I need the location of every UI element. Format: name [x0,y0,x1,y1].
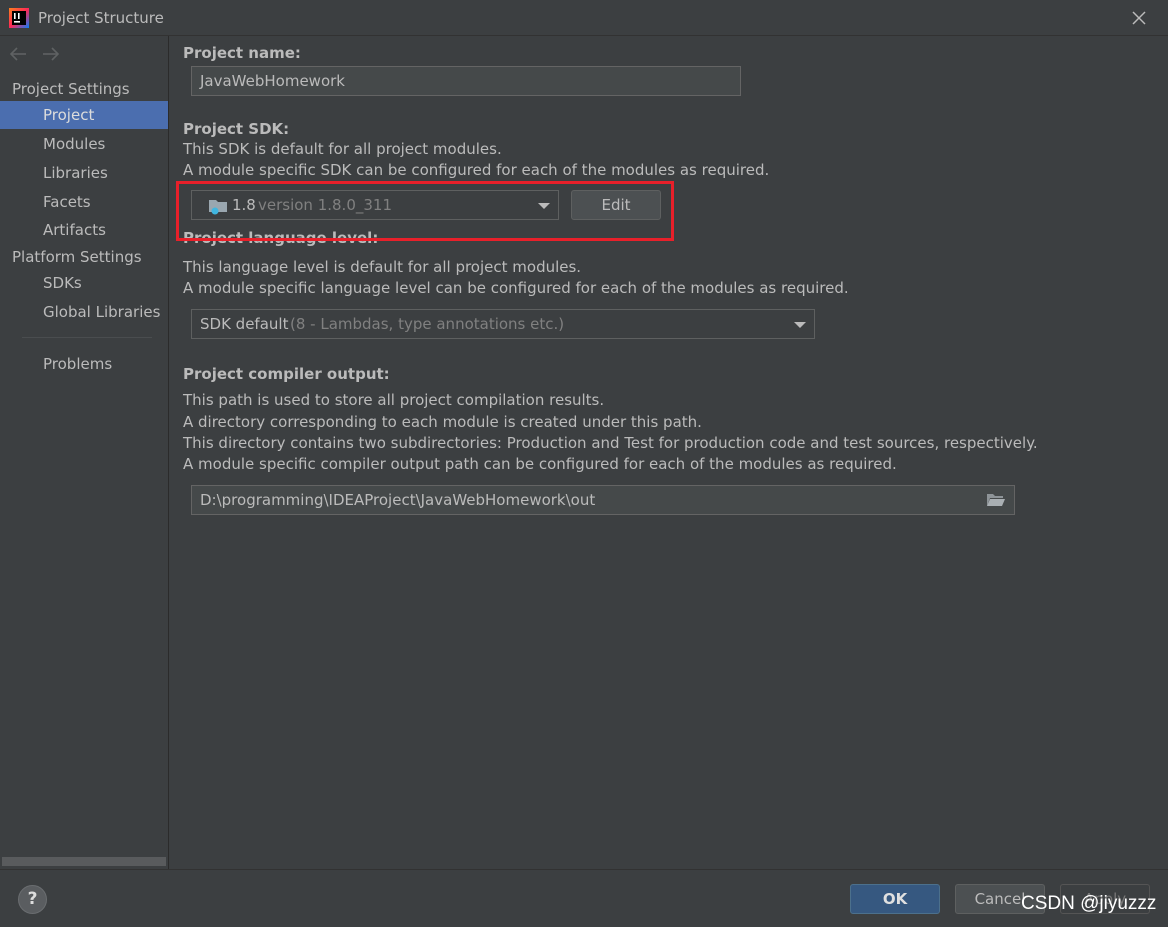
compiler-output-description-4: A module specific compiler output path c… [183,455,897,473]
project-name-input[interactable]: JavaWebHomework [191,66,741,96]
sdk-highlight-annotation [176,181,674,241]
forward-arrow-icon[interactable] [40,44,62,64]
language-level-value: SDK default [200,315,289,333]
sidebar-item-modules[interactable]: Modules [0,130,168,158]
language-level-hint: (8 - Lambdas, type annotations etc.) [290,315,565,333]
sidebar-item-sdks[interactable]: SDKs [0,269,168,297]
chevron-down-icon [794,322,806,328]
language-level-dropdown[interactable]: SDK default (8 - Lambdas, type annotatio… [191,309,815,339]
help-button[interactable]: ? [18,885,47,914]
back-arrow-icon[interactable] [8,44,30,64]
compiler-output-label: Project compiler output: [183,365,390,383]
compiler-output-path-input[interactable]: D:\programming\IDEAProject\JavaWebHomewo… [191,485,1015,515]
sidebar-item-project[interactable]: Project [0,101,168,129]
close-icon[interactable] [1129,8,1149,28]
project-name-label: Project name: [183,44,301,62]
sidebar-item-problems[interactable]: Problems [0,350,168,378]
project-sdk-description-1: This SDK is default for all project modu… [183,140,502,158]
window-title: Project Structure [38,9,164,27]
sidebar-item-libraries[interactable]: Libraries [0,159,168,187]
sidebar-item-artifacts[interactable]: Artifacts [0,216,168,244]
sidebar-horizontal-scrollbar[interactable] [2,857,166,866]
sidebar-item-facets[interactable]: Facets [0,188,168,216]
language-level-description-2: A module specific language level can be … [183,279,849,297]
compiler-output-description-2: A directory corresponding to each module… [183,413,702,431]
watermark: CSDN @jiyuzzz [1021,893,1157,914]
intellij-idea-icon [9,8,29,28]
sidebar-divider [22,337,152,338]
platform-settings-header: Platform Settings [12,248,142,266]
ok-button[interactable]: OK [850,884,940,914]
compiler-output-description-1: This path is used to store all project c… [183,391,605,409]
dialog-footer: ? OK Cancel Apply [0,869,1168,927]
project-sdk-description-2: A module specific SDK can be configured … [183,161,770,179]
language-level-description-1: This language level is default for all p… [183,258,582,276]
title-bar: Project Structure [0,0,1168,36]
sidebar: Project Settings Project Modules Librari… [0,36,169,869]
compiler-output-path-value: D:\programming\IDEAProject\JavaWebHomewo… [200,491,596,509]
sidebar-item-global-libraries[interactable]: Global Libraries [0,298,168,326]
compiler-output-description-3: This directory contains two subdirectori… [183,434,1038,452]
browse-folder-icon[interactable] [986,492,1006,508]
project-settings-header: Project Settings [12,80,130,98]
project-sdk-label: Project SDK: [183,120,290,138]
project-settings-panel: Project name: JavaWebHomework Project SD… [169,36,1168,869]
